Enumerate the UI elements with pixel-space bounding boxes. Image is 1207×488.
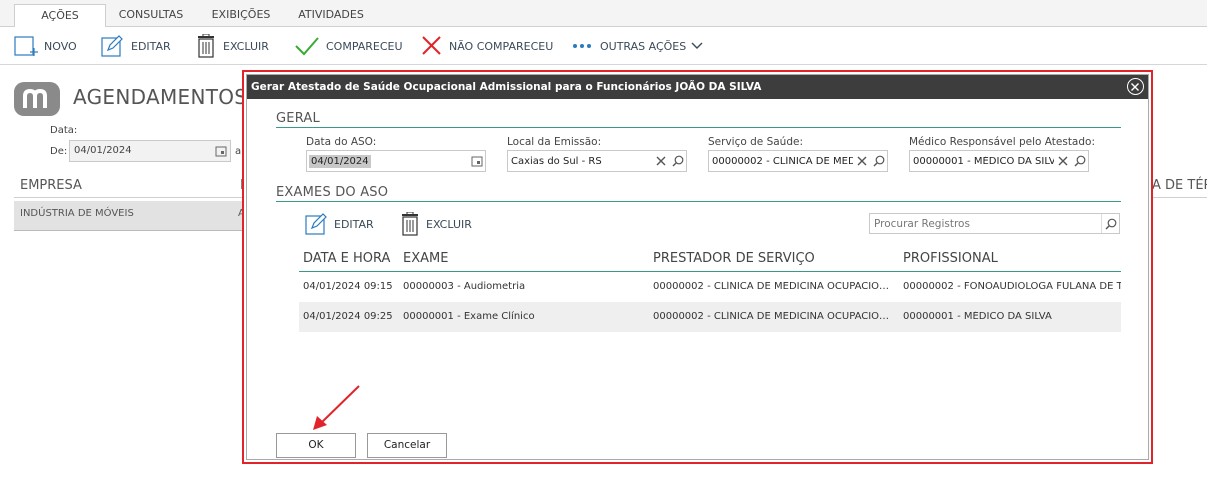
dialog-title-bar: Gerar Atestado de Saúde Ocupacional Admi…: [247, 75, 1148, 99]
trash-icon: [402, 212, 418, 236]
data-aso-label: Data do ASO:: [306, 136, 377, 148]
section-title-exames: EXAMES DO ASO: [276, 185, 389, 200]
cross-icon: [422, 36, 441, 55]
column-header-profissional[interactable]: PROFISSIONAL: [903, 251, 998, 266]
local-emissao-field[interactable]: Caxias do Sul - RS: [507, 150, 687, 172]
trash-icon: [198, 34, 214, 58]
close-icon: [1131, 83, 1139, 91]
section-divider: [276, 127, 1121, 128]
outras-acoes-label: OUTRAS AÇÕES: [600, 39, 687, 53]
aso-dialog: Gerar Atestado de Saúde Ocupacional Admi…: [242, 70, 1153, 464]
medico-responsavel-label: Médico Responsável pelo Atestado:: [909, 136, 1095, 148]
tab-acoes[interactable]: AÇÕES: [14, 4, 106, 28]
edit-icon: [305, 213, 327, 235]
to-label: a: [235, 146, 242, 157]
cell-prestador: 00000002 - CLÍNICA DE MEDICINA OCUPACIO…: [653, 281, 890, 292]
exame-excluir-label: EXCLUIR: [426, 217, 472, 231]
search-input[interactable]: [870, 214, 1090, 233]
table-row[interactable]: 04/01/2024 09:25 00000001 - Exame Clínic…: [299, 302, 1121, 332]
tab-atividades[interactable]: ATIVIDADES: [290, 4, 372, 28]
table-row[interactable]: 04/01/2024 09:15 00000003 - Audiometria …: [299, 272, 1121, 302]
calendar-icon[interactable]: [468, 151, 485, 171]
cell-exame: 00000001 - Exame Clínico: [403, 311, 535, 322]
from-date-value: 04/01/2024: [74, 145, 132, 156]
nao-compareceu-label: NÃO COMPARECEU: [449, 39, 554, 53]
ok-button[interactable]: OK: [276, 433, 356, 458]
outras-acoes-button[interactable]: OUTRAS AÇÕES: [572, 34, 712, 58]
cell-data-hora: 04/01/2024 09:25: [303, 311, 393, 322]
compareceu-button[interactable]: COMPARECEU: [294, 34, 403, 58]
chevron-down-icon: [691, 42, 703, 49]
local-emissao-label: Local da Emissão:: [507, 136, 602, 148]
check-icon: [295, 37, 319, 56]
dialog-title: Gerar Atestado de Saúde Ocupacional Admi…: [251, 81, 762, 93]
close-button[interactable]: [1127, 78, 1144, 95]
exame-editar-label: EDITAR: [334, 217, 374, 231]
servico-saude-field[interactable]: 00000002 - CLÍNICA DE MED: [708, 150, 888, 172]
column-header-empresa[interactable]: EMPRESA: [20, 178, 82, 193]
data-aso-field[interactable]: 04/01/2024: [306, 150, 486, 172]
cell-profissional: 00000001 - MÉDICO DA SILVA: [903, 311, 1052, 322]
row-empresa-cell: INDÚSTRIA DE MÓVEIS: [20, 208, 134, 219]
calendar-icon[interactable]: [215, 145, 227, 157]
novo-label: NOVO: [44, 39, 77, 53]
search-registros-field[interactable]: [869, 213, 1120, 234]
section-title-geral: GERAL: [276, 111, 320, 126]
nao-compareceu-button[interactable]: NÃO COMPARECEU: [421, 34, 553, 58]
annotation-arrow-icon: [313, 385, 360, 430]
column-header-exame[interactable]: EXAME: [403, 251, 448, 266]
edit-icon: [101, 35, 123, 57]
search-icon[interactable]: [870, 151, 887, 171]
editar-button[interactable]: EDITAR: [101, 34, 171, 58]
data-filter-label: Data:: [50, 125, 78, 136]
action-toolbar: NOVO EDITAR EXCLUIR COMPARECEU NÃO COMPA…: [0, 27, 1207, 65]
medico-responsavel-field[interactable]: 00000001 - MÉDICO DA SILV: [909, 150, 1089, 172]
clear-icon[interactable]: [853, 151, 870, 171]
excluir-label: EXCLUIR: [223, 39, 269, 53]
page-title: AGENDAMENTOS: [73, 85, 248, 109]
search-icon[interactable]: [669, 151, 686, 171]
cell-prestador: 00000002 - CLÍNICA DE MEDICINA OCUPACIO…: [653, 311, 890, 322]
compareceu-label: COMPARECEU: [326, 39, 403, 53]
tab-consultas[interactable]: CONSULTAS: [110, 4, 192, 28]
cell-exame: 00000003 - Audiometria: [403, 281, 526, 292]
search-icon[interactable]: [1101, 214, 1119, 233]
new-document-icon: [14, 36, 38, 56]
cell-profissional: 00000002 - FONOAUDIÓLOGA FULANA DE T: [903, 281, 1121, 292]
local-emissao-value: Caxias do Sul - RS: [511, 155, 602, 167]
from-date-input[interactable]: 04/01/2024: [69, 140, 231, 162]
editar-label: EDITAR: [131, 39, 171, 53]
aso-dialog-body: Gerar Atestado de Saúde Ocupacional Admi…: [246, 74, 1149, 460]
column-header-right-partial[interactable]: A DE TÉR: [1152, 178, 1207, 193]
exame-excluir-button[interactable]: EXCLUIR: [399, 212, 472, 236]
clear-icon[interactable]: [652, 151, 669, 171]
cancel-button[interactable]: Cancelar: [367, 433, 447, 458]
servico-saude-value: 00000002 - CLÍNICA DE MED: [712, 155, 853, 167]
ribbon-tabs: AÇÕES CONSULTAS EXIBIÇÕES ATIVIDADES: [0, 0, 1207, 28]
search-icon[interactable]: [1071, 151, 1088, 171]
from-label: De:: [50, 146, 68, 157]
section-divider: [276, 201, 1121, 202]
exame-editar-button[interactable]: EDITAR: [305, 212, 374, 236]
data-aso-value: 04/01/2024: [309, 154, 371, 168]
clear-icon[interactable]: [1054, 151, 1071, 171]
column-header-prestador[interactable]: PRESTADOR DE SERVIÇO: [653, 251, 815, 266]
column-header-data-hora[interactable]: DATA E HORA: [303, 251, 390, 266]
more-dots-icon: [573, 44, 591, 48]
cell-data-hora: 04/01/2024 09:15: [303, 281, 393, 292]
medico-responsavel-value: 00000001 - MÉDICO DA SILV: [913, 155, 1054, 167]
servico-saude-label: Serviço de Saúde:: [708, 136, 803, 148]
excluir-button[interactable]: EXCLUIR: [195, 34, 269, 58]
app-logo: [14, 82, 60, 116]
novo-button[interactable]: NOVO: [14, 34, 77, 58]
tab-exibicoes[interactable]: EXIBIÇÕES: [200, 4, 282, 28]
